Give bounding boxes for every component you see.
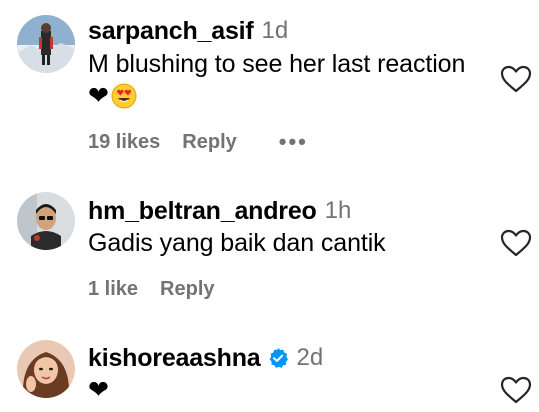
heart-outline-icon[interactable]: [499, 64, 533, 94]
reply-button[interactable]: Reply: [182, 131, 236, 154]
black-heart-emoji: ❤: [88, 375, 109, 404]
comment-username[interactable]: sarpanch_asif: [88, 17, 254, 46]
comment-emoji-line: ❤: [88, 376, 109, 404]
black-heart-emoji: ❤: [88, 81, 109, 110]
comment-emoji-line: ❤: [88, 82, 137, 110]
heart-outline-icon[interactable]: [499, 375, 533, 405]
comment-text: Gadis yang baik dan cantik: [88, 229, 386, 257]
heart-outline-icon[interactable]: [499, 228, 533, 258]
comment-timestamp: 2d: [296, 344, 324, 371]
verified-badge-icon: [267, 347, 289, 369]
comment-timestamp: 1h: [324, 197, 352, 224]
comment-text: M blushing to see her last reaction: [88, 50, 466, 78]
avatar[interactable]: [17, 192, 75, 250]
comment-timestamp: 1d: [261, 17, 289, 44]
comment-username[interactable]: hm_beltran_andreo: [88, 197, 317, 226]
reply-button[interactable]: Reply: [160, 278, 214, 301]
more-options-icon[interactable]: •••: [279, 129, 308, 155]
avatar[interactable]: [17, 15, 75, 73]
likes-count[interactable]: 1 like: [88, 278, 138, 301]
comment-username[interactable]: kishoreaashna: [88, 344, 261, 373]
heart-eyes-emoji: [111, 83, 137, 109]
likes-count[interactable]: 19 likes: [88, 131, 160, 154]
avatar[interactable]: [17, 340, 75, 398]
